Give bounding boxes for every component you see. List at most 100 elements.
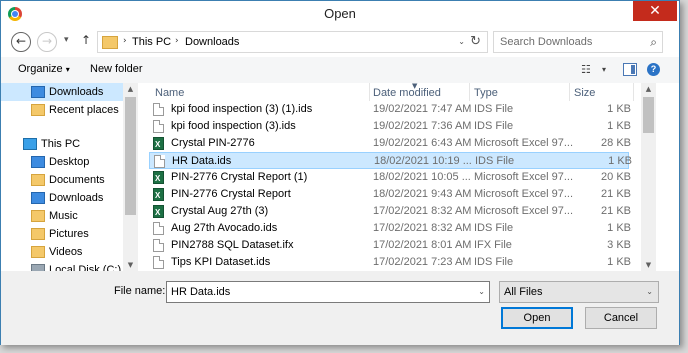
- open-dialog: Open ✕ ← → ▾ ↑ › This PC › Downloads ⌄ ↻…: [0, 0, 680, 345]
- document-file-icon: [153, 239, 164, 252]
- column-divider[interactable]: [633, 83, 634, 101]
- forward-button[interactable]: →: [37, 32, 57, 52]
- new-folder-button[interactable]: New folder: [90, 63, 143, 75]
- document-file-icon: [153, 222, 164, 235]
- file-row[interactable]: PIN2788 SQL Dataset.ifx 17/02/2021 8:01 A…: [149, 237, 631, 254]
- file-date-modified: 18/02/2021 9:43 AM: [373, 188, 472, 200]
- sidebar-item-downloads[interactable]: Downloads: [1, 83, 123, 101]
- file-name: kpi food inspection (3) (1).ids: [171, 103, 313, 115]
- file-type-filter[interactable]: All Files ⌄: [499, 281, 659, 303]
- column-size[interactable]: Size: [574, 87, 595, 99]
- file-type: IDS File: [475, 155, 515, 167]
- sidebar-item-label: Videos: [49, 246, 83, 258]
- file-name-input[interactable]: HR Data.ids ⌄: [166, 281, 490, 303]
- document-file-icon: [153, 256, 164, 269]
- file-size: 1 KB: [607, 120, 631, 132]
- scroll-down-arrow-icon[interactable]: ▼: [123, 261, 138, 269]
- file-size: 1 KB: [607, 256, 631, 268]
- folder-icon: [102, 36, 118, 49]
- search-icon[interactable]: ⌕: [650, 35, 657, 50]
- recent-locations-dropdown[interactable]: ▾: [64, 35, 69, 45]
- breadcrumb-separator: ›: [123, 36, 127, 46]
- file-date-modified: 17/02/2021 7:23 AM: [373, 256, 472, 268]
- navigation-bar: ← → ▾ ↑ › This PC › Downloads ⌄ ↻ Search…: [1, 27, 679, 57]
- documents-folder-icon: [31, 174, 45, 186]
- file-name: Aug 27th Avocado.ids: [171, 222, 278, 234]
- address-dropdown-icon[interactable]: ⌄: [458, 37, 465, 46]
- file-type-value: All Files: [504, 286, 543, 298]
- navigation-pane: Downloads Recent places This PC Desktop …: [1, 83, 139, 276]
- file-row[interactable]: kpi food inspection (3) (1).ids 19/02/202…: [149, 101, 631, 118]
- sidebar-item-label: Downloads: [49, 86, 104, 98]
- preview-pane-icon[interactable]: [623, 63, 637, 76]
- file-row[interactable]: Tips KPI Dataset.ids 17/02/2021 7:23 AM ID…: [149, 254, 631, 271]
- file-size: 1 KB: [607, 103, 631, 115]
- videos-folder-icon: [31, 246, 45, 258]
- back-button[interactable]: ←: [11, 32, 31, 52]
- column-divider[interactable]: [569, 83, 570, 101]
- file-row[interactable]: PIN-2776 Crystal Report 18/02/2021 9:43 A…: [149, 186, 631, 204]
- file-size: 3 KB: [607, 239, 631, 251]
- sidebar-item-label: Music: [49, 210, 78, 222]
- view-options-icon[interactable]: ☷: [581, 63, 591, 76]
- filter-dropdown-icon[interactable]: ⌄: [646, 287, 653, 296]
- cancel-button[interactable]: Cancel: [585, 307, 657, 329]
- file-name: Crystal PIN-2776: [171, 137, 255, 149]
- help-icon[interactable]: ?: [647, 63, 660, 76]
- scroll-up-arrow-icon[interactable]: ▲: [123, 85, 138, 93]
- file-date-modified: 17/02/2021 8:32 AM: [373, 222, 472, 234]
- organize-label: Organize: [18, 63, 63, 75]
- file-date-modified: 19/02/2021 7:36 AM: [373, 120, 472, 132]
- view-caret-icon[interactable]: ▾: [602, 65, 606, 74]
- file-row[interactable]: PIN-2776 Crystal Report (1) 18/02/2021 10…: [149, 169, 631, 187]
- file-name-dropdown-icon[interactable]: ⌄: [478, 287, 485, 296]
- file-name: kpi food inspection (3).ids: [171, 120, 296, 132]
- file-row[interactable]: Crystal PIN-2776 19/02/2021 6:43 AMMicros…: [149, 135, 631, 153]
- column-name[interactable]: Name: [155, 87, 184, 99]
- file-name: HR Data.ids: [172, 155, 232, 167]
- column-date-modified[interactable]: Date modified: [373, 87, 441, 99]
- navigation-scrollbar[interactable]: ▲ ▼: [123, 83, 138, 271]
- column-header: Name ▼ Date modified Type Size: [141, 83, 656, 101]
- close-button[interactable]: ✕: [633, 1, 677, 21]
- file-size: 21 KB: [601, 188, 631, 200]
- file-row[interactable]: Aug 27th Avocado.ids 17/02/2021 8:32 AM ID…: [149, 220, 631, 237]
- file-name: Tips KPI Dataset.ids: [171, 256, 271, 268]
- breadcrumb-downloads[interactable]: Downloads: [185, 36, 239, 48]
- column-divider[interactable]: [369, 83, 370, 101]
- file-list-scrollbar[interactable]: ▲ ▼: [641, 83, 656, 271]
- file-size: 1 KB: [608, 155, 632, 167]
- scrollbar-thumb[interactable]: [125, 97, 136, 215]
- search-placeholder: Search Downloads: [500, 36, 593, 48]
- up-button[interactable]: ↑: [81, 33, 91, 47]
- file-row[interactable]: kpi food inspection (3).ids 19/02/2021 7:…: [149, 118, 631, 135]
- document-file-icon: [153, 120, 164, 133]
- file-name: PIN2788 SQL Dataset.ifx: [171, 239, 294, 251]
- document-file-icon: [154, 155, 165, 168]
- column-divider[interactable]: [469, 83, 470, 101]
- address-bar[interactable]: › This PC › Downloads ⌄ ↻: [97, 31, 488, 53]
- search-box[interactable]: Search Downloads ⌕: [493, 31, 663, 53]
- sidebar-item-label: Documents: [49, 174, 105, 186]
- file-date-modified: 17/02/2021 8:01 AM: [373, 239, 472, 251]
- sidebar-item-label: This PC: [41, 138, 81, 150]
- file-row[interactable]: HR Data.ids 18/02/2021 10:19 ... IDS File 1…: [149, 152, 632, 169]
- scrollbar-thumb[interactable]: [643, 97, 654, 133]
- scroll-up-arrow-icon[interactable]: ▲: [641, 85, 656, 93]
- file-row[interactable]: Crystal Aug 27th (3) 17/02/2021 8:32 AMMi…: [149, 203, 631, 221]
- excel-file-icon: [153, 187, 164, 204]
- scroll-down-arrow-icon[interactable]: ▼: [641, 261, 656, 269]
- open-button[interactable]: Open: [501, 307, 573, 329]
- breadcrumb-this-pc[interactable]: This PC: [132, 36, 171, 48]
- dialog-footer: File name: HR Data.ids ⌄ All Files ⌄ Ope…: [1, 271, 679, 345]
- refresh-icon[interactable]: ↻: [470, 34, 481, 49]
- column-type[interactable]: Type: [474, 87, 498, 99]
- file-size: 1 KB: [607, 222, 631, 234]
- music-folder-icon: [31, 210, 45, 222]
- organize-button[interactable]: Organize ▾: [18, 63, 70, 75]
- excel-file-icon: [153, 170, 164, 187]
- file-name-value: HR Data.ids: [171, 286, 231, 298]
- file-name-label: File name:: [114, 285, 166, 297]
- file-list: Name ▼ Date modified Type Size kpi food …: [141, 83, 656, 271]
- title-bar[interactable]: Open ✕: [1, 1, 679, 27]
